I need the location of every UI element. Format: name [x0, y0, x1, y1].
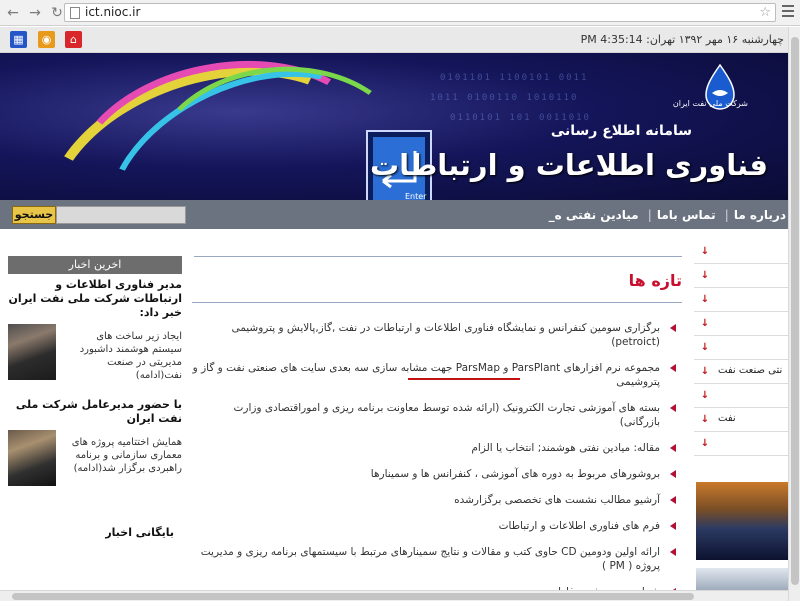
news-photo[interactable]	[8, 324, 56, 380]
news-item: ایجاد زیر ساخت های سیستم هوشمند داشبورد …	[8, 324, 182, 394]
list-item[interactable]: بروشورهای مربوط به دوره های آموزشی ، کنف…	[192, 467, 682, 481]
menu-item-about[interactable]: درباره ما	[734, 208, 786, 222]
news-feed: تازه ها برگزاری سومین کنفرانس و نمایشگاه…	[192, 256, 682, 611]
arrow-down-icon: ↓	[700, 318, 710, 329]
arrow-down-icon: ↓	[700, 246, 710, 257]
oil-platform-image[interactable]	[696, 482, 788, 560]
header-banner: 0101101 1100101 0011 1011 0100110 101011…	[0, 53, 788, 200]
news-summary[interactable]: ایجاد زیر ساخت های سیستم هوشمند داشبورد …	[64, 330, 182, 382]
list-item[interactable]: ارائه اولین ودومین CD حاوی کتب و مقالات …	[192, 545, 682, 573]
list-item[interactable]: آرشیو مطالب نشست های تخصصی برگزارشده	[192, 493, 682, 507]
list-item[interactable]: مقاله: میادین نفتی هوشمند; انتخاب یا الز…	[192, 441, 682, 455]
logo-caption: شرکت ملی نفت ایران	[672, 99, 748, 108]
banner-title: فناوری اطلاعات و ارتباطات	[369, 148, 768, 182]
side-link[interactable]: ↓	[694, 432, 788, 456]
site-top-strip: ▦ ◉ ⌂ چهارشنبه ۱۶ مهر ۱۳۹۲ تهران: 4:35:1…	[0, 27, 800, 53]
horizontal-scrollbar[interactable]	[0, 590, 788, 601]
news-summary[interactable]: همایش اختتامیه پروژه های معماری سازمانی …	[64, 436, 182, 475]
menu-item-oilfields[interactable]: میادین نفتی ه_	[549, 208, 639, 222]
latest-news-panel: اخرین اخبار مدیر فناوری اطلاعات و ارتباط…	[8, 256, 182, 539]
bullet-icon	[670, 522, 676, 530]
side-link[interactable]: ↓	[694, 312, 788, 336]
side-image[interactable]	[696, 568, 788, 592]
url-text: ict.nioc.ir	[85, 5, 141, 19]
bullet-icon	[670, 470, 676, 478]
date-time: چهارشنبه ۱۶ مهر ۱۳۹۲ تهران: 4:35:14 PM	[580, 33, 784, 46]
right-links-panel: ↓ ↓ ↓ ↓ ↓ ↓ نتی صنعت نفت ↓ ↓ نفت ↓	[694, 240, 788, 456]
bullet-icon	[670, 548, 676, 556]
side-link[interactable]: ↓	[694, 288, 788, 312]
bullet-icon	[670, 444, 676, 452]
highlight-underline	[408, 378, 520, 380]
list-item[interactable]: فرم های فناوری اطلاعات و ارتباطات	[192, 519, 682, 533]
news-archive-link[interactable]: بایگانی اخبار	[8, 526, 182, 539]
back-icon[interactable]: ←	[4, 4, 22, 22]
side-link[interactable]: ↓ نفت	[694, 408, 788, 432]
binary-decor: 0110101 101 0011010	[450, 113, 591, 123]
section-title: تازه ها	[628, 271, 682, 290]
news-photo[interactable]	[8, 430, 56, 486]
scrollbar-thumb[interactable]	[791, 37, 799, 585]
svg-text:Enter: Enter	[405, 192, 427, 200]
arrow-down-icon: ↓	[700, 390, 710, 401]
list-item[interactable]: برگزاری سومین کنفرانس و نمایشگاه فناوری …	[192, 321, 682, 349]
arrow-down-icon: ↓	[700, 366, 710, 377]
bullet-icon	[670, 404, 676, 412]
browser-menu-icon[interactable]	[782, 5, 794, 19]
binary-decor: 0101101 1100101 0011	[440, 73, 589, 83]
scrollbar-thumb[interactable]	[12, 593, 694, 600]
arrow-down-icon: ↓	[700, 438, 710, 449]
list-item[interactable]: مجموعه نرم افزارهای ParsPlant و ParsMap …	[192, 361, 682, 389]
home-icon[interactable]: ⌂	[65, 31, 82, 48]
address-bar[interactable]: ict.nioc.ir ☆	[64, 3, 776, 22]
side-link[interactable]: ↓ نتی صنعت نفت	[694, 360, 788, 384]
banner-subtitle: سامانه اطلاع رسانی	[550, 123, 692, 139]
list-item[interactable]: بسته های آموزشی تجارت الکترونیک (ارائه ش…	[192, 401, 682, 429]
page-icon	[70, 7, 80, 19]
news-item: همایش اختتامیه پروژه های معماری سازمانی …	[8, 430, 182, 500]
news-title[interactable]: با حضور مدیرعامل شرکت ملی نفت ایران	[8, 398, 182, 426]
sitemap-icon[interactable]: ▦	[10, 31, 27, 48]
forward-icon[interactable]: →	[26, 4, 44, 22]
binary-decor: 1011 0100110 1010110	[430, 93, 579, 103]
menu-items: درباره ما| تماس باما| میادین نفتی ه_	[548, 208, 786, 222]
bullet-icon	[670, 364, 676, 372]
news-title[interactable]: مدیر فناوری اطلاعات و ارتباطات شرکت ملی …	[8, 278, 182, 320]
bullet-icon	[670, 496, 676, 504]
side-link[interactable]: ↓	[694, 264, 788, 288]
side-link[interactable]: ↓	[694, 240, 788, 264]
bullet-icon	[670, 324, 676, 332]
star-icon[interactable]: ☆	[759, 4, 771, 21]
browser-toolbar: ← → ↻ ict.nioc.ir ☆	[0, 0, 800, 26]
rss-icon[interactable]: ◉	[38, 31, 55, 48]
main-menu-bar: جستجو درباره ما| تماس باما| میادین نفتی …	[0, 200, 788, 229]
divider	[194, 256, 682, 257]
latest-news-header: اخرین اخبار	[8, 256, 182, 274]
search-button[interactable]: جستجو	[12, 206, 56, 224]
arrow-down-icon: ↓	[700, 414, 710, 425]
menu-item-contact[interactable]: تماس باما	[657, 208, 716, 222]
arrow-down-icon: ↓	[700, 270, 710, 281]
arrow-down-icon: ↓	[700, 294, 710, 305]
side-link[interactable]: ↓	[694, 336, 788, 360]
news-list: برگزاری سومین کنفرانس و نمایشگاه فناوری …	[192, 321, 682, 599]
side-link[interactable]: ↓	[694, 384, 788, 408]
divider	[192, 302, 682, 303]
arrow-down-icon: ↓	[700, 342, 710, 353]
vertical-scrollbar[interactable]	[788, 27, 800, 601]
search-input[interactable]	[56, 206, 186, 224]
